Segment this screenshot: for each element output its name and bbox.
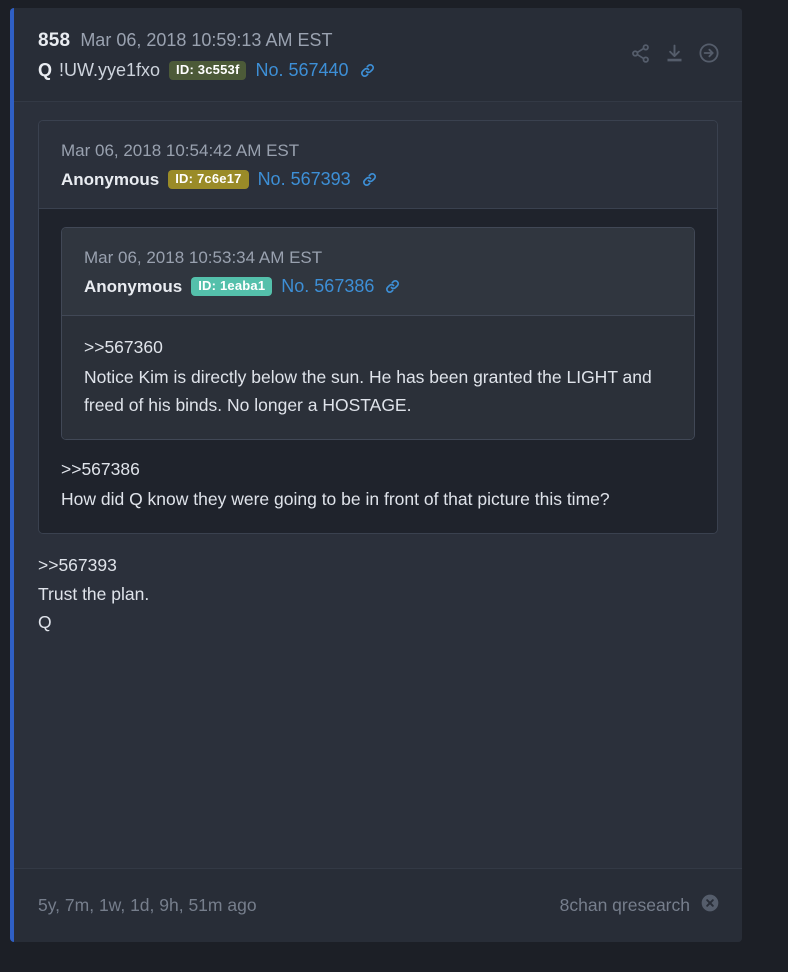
quote-id-badge-level-1[interactable]: ID: 7c6e17 [168, 169, 249, 190]
quote-number-link-level-2[interactable]: No. 567386 [281, 276, 374, 297]
arrow-right-circle-icon[interactable] [698, 42, 720, 64]
post-text-line-2: Q [38, 611, 52, 632]
post-date: Mar 06, 2018 10:59:13 AM EST [80, 30, 333, 50]
quote-block-level-2: Mar 06, 2018 10:53:34 AM EST Anonymous I… [61, 227, 695, 441]
quote-identity-level-2: Anonymous ID: 1eaba1 No. 567386 [84, 276, 672, 297]
post-footer: 5y, 7m, 1w, 1d, 9h, 51m ago 8chan qresea… [10, 868, 742, 942]
quote-id-badge-level-2[interactable]: ID: 1eaba1 [191, 276, 273, 297]
close-circle-icon[interactable] [700, 893, 720, 918]
post-reference[interactable]: >>567393 [38, 552, 718, 579]
quote-date-level-1: Mar 06, 2018 10:54:42 AM EST [61, 141, 300, 160]
post-index: 858 [38, 30, 71, 51]
quote-author-level-1: Anonymous [61, 169, 160, 189]
quote-number-link-level-1[interactable]: No. 567393 [258, 169, 351, 190]
quote-identity-level-1: Anonymous ID: 7c6e17 No. 567393 [61, 169, 695, 190]
post-header: 858 Mar 06, 2018 10:59:13 AM EST Q !UW.y… [10, 8, 742, 102]
post-message: >>567393 Trust the plan. Q [38, 550, 718, 635]
quote-block-level-1: Mar 06, 2018 10:54:42 AM EST Anonymous I… [38, 120, 718, 535]
download-icon[interactable] [664, 43, 685, 64]
post-header-line-primary: 858 Mar 06, 2018 10:59:13 AM EST [38, 30, 718, 52]
post-card: 858 Mar 06, 2018 10:59:13 AM EST Q !UW.y… [10, 8, 742, 942]
link-icon[interactable] [384, 278, 401, 295]
relative-time: 5y, 7m, 1w, 1d, 9h, 51m ago [38, 895, 257, 915]
quote-author-level-2: Anonymous [84, 276, 183, 296]
quote-body-level-1: Mar 06, 2018 10:53:34 AM EST Anonymous I… [39, 209, 717, 534]
post-id-badge[interactable]: ID: 3c553f [169, 60, 247, 81]
post-number-link[interactable]: No. 567440 [255, 60, 348, 81]
share-icon[interactable] [630, 43, 651, 64]
quote-header-level-1: Mar 06, 2018 10:54:42 AM EST Anonymous I… [39, 121, 717, 209]
post-body: Mar 06, 2018 10:54:42 AM EST Anonymous I… [10, 102, 742, 868]
link-icon[interactable] [361, 171, 378, 188]
link-icon[interactable] [359, 62, 376, 79]
quote-date-level-2: Mar 06, 2018 10:53:34 AM EST [84, 248, 323, 267]
post-header-line-secondary: Q !UW.yye1fxo ID: 3c553f No. 567440 [38, 60, 718, 81]
quote-text-level-2: Notice Kim is directly below the sun. He… [84, 367, 652, 416]
post-tripcode: !UW.yye1fxo [59, 60, 161, 80]
post-actions [630, 42, 720, 64]
source-label: 8chan qresearch [559, 895, 690, 915]
footer-source-group: 8chan qresearch [560, 893, 720, 918]
quote-message-level-2: >>567360 Notice Kim is directly below th… [62, 316, 694, 440]
quote-header-level-2: Mar 06, 2018 10:53:34 AM EST Anonymous I… [62, 228, 694, 316]
quote-reference-level-2[interactable]: >>567360 [84, 334, 672, 361]
quote-text-level-1: How did Q know they were going to be in … [61, 489, 610, 510]
card-accent-bar [10, 8, 14, 942]
quote-reference-level-1[interactable]: >>567386 [61, 456, 695, 483]
post-author-name: Q [38, 60, 53, 80]
post-text-line-1: Trust the plan. [38, 584, 150, 605]
